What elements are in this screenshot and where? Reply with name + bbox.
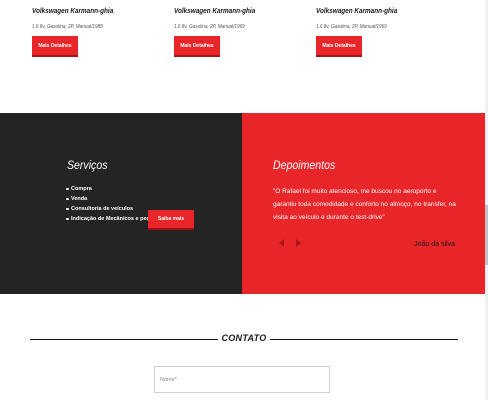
contact-title: CONTATO <box>221 333 267 343</box>
service-item: Venda <box>66 195 156 205</box>
testimonials-heading: Depoimentos <box>273 158 336 172</box>
product-card: Volkswagen Karmann-ghia 1.6 8v, Gasolina… <box>316 6 436 55</box>
learn-more-button[interactable]: Saiba mais <box>148 210 194 228</box>
services-section: Serviços Compra Venda Consultoria de veí… <box>0 113 242 294</box>
product-title: Volkswagen Karmann-ghia <box>174 6 256 15</box>
testimonial-quote: "O Rafael foi muito atencioso, me buscou… <box>273 188 456 221</box>
name-input[interactable] <box>154 366 330 393</box>
next-arrow-icon[interactable] <box>296 239 301 247</box>
testimonial-author: João da silva <box>414 241 455 248</box>
testimonials-section: Depoimentos "O Rafael foi muito atencios… <box>242 113 488 294</box>
product-title: Volkswagen Karmann-ghia <box>32 6 114 15</box>
details-button[interactable]: Mais Detalhes <box>32 36 78 55</box>
services-list: Compra Venda Consultoria de veículos Ind… <box>66 185 156 225</box>
product-meta: 1.6 8v, Gasolina, 2P, Manual/1988 <box>32 24 103 30</box>
details-button[interactable]: Mais Detalhes <box>174 36 220 55</box>
details-button[interactable]: Mais Detalhes <box>316 36 362 55</box>
products-row: Volkswagen Karmann-ghia 1.6 8v, Gasolina… <box>0 0 488 115</box>
services-heading: Serviços <box>67 158 108 172</box>
service-item: Consultoria de veículos <box>66 205 156 215</box>
previous-arrow-icon[interactable] <box>279 239 284 247</box>
product-meta: 1.6 8v, Gasolina, 2P, Manual/1969 <box>174 24 245 30</box>
services-testimonials-band: Serviços Compra Venda Consultoria de veí… <box>0 113 488 294</box>
product-meta: 1.6 8v, Gasolina, 2P, Manual/1969 <box>316 24 387 30</box>
divider-right <box>270 339 458 340</box>
product-card: Volkswagen Karmann-ghia 1.6 8v, Gasolina… <box>32 6 152 55</box>
service-item: Indicação de Mecânicos e peças <box>66 215 156 225</box>
product-card: Volkswagen Karmann-ghia 1.6 8v, Gasolina… <box>174 6 294 55</box>
product-title: Volkswagen Karmann-ghia <box>316 6 398 15</box>
service-item: Compra <box>66 185 156 195</box>
